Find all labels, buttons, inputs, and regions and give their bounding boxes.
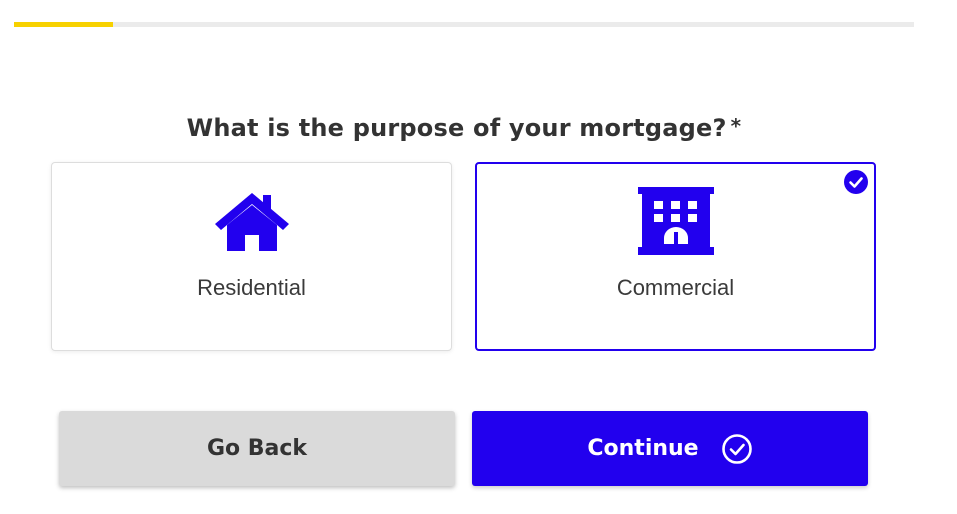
option-label-commercial: Commercial	[616, 275, 735, 300]
required-marker: *	[730, 114, 742, 138]
option-label-residential: Residential	[197, 275, 306, 300]
go-back-button[interactable]: Go Back	[59, 411, 455, 486]
house-icon	[212, 189, 292, 255]
option-card-commercial[interactable]: Commercial	[475, 162, 876, 351]
continue-label: Continue	[587, 436, 699, 461]
question-heading: What is the purpose of your mortgage? *	[0, 114, 928, 142]
building-icon	[636, 187, 716, 255]
option-card-residential[interactable]: Residential	[51, 162, 452, 351]
progress-bar-fill	[14, 22, 113, 27]
progress-bar	[14, 22, 914, 27]
go-back-label: Go Back	[206, 436, 308, 461]
check-circle-icon	[721, 433, 753, 465]
selected-check-icon	[844, 170, 868, 194]
continue-button[interactable]: Continue	[472, 411, 868, 486]
mortgage-purpose-step: What is the purpose of your mortgage? * R…	[0, 0, 957, 514]
question-text: What is the purpose of your mortgage?	[186, 114, 727, 142]
